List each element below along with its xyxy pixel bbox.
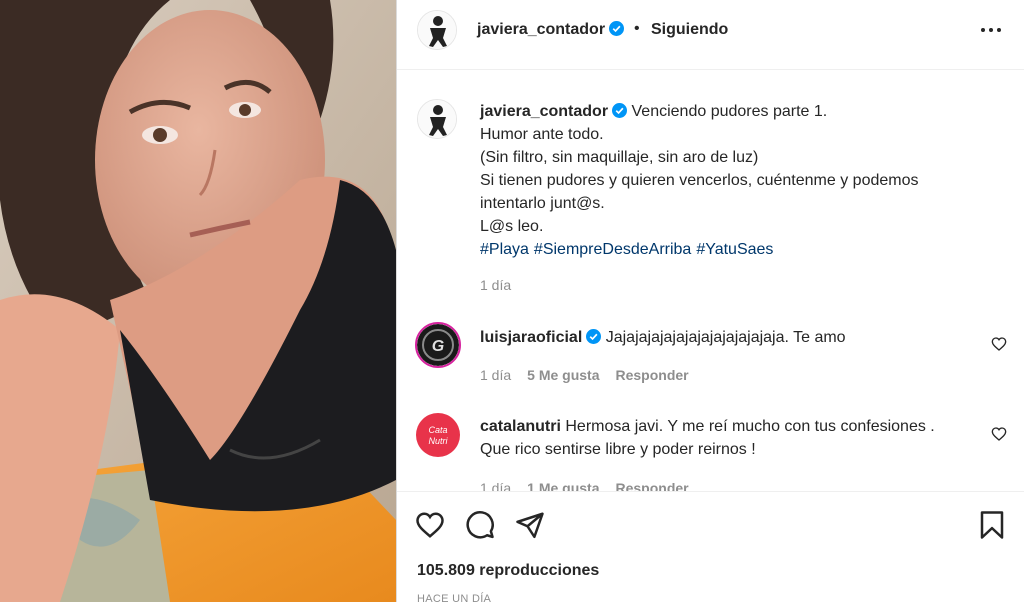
comment-text: Hermosa javi. Y me reí mucho con tus con… bbox=[565, 418, 935, 435]
caption-body: javiera_contador Venciendo pudores parte… bbox=[480, 100, 990, 261]
caption-hashtags: #Playa #SiempreDesdeArriba #YatuSaes bbox=[480, 238, 990, 261]
caption-author-username[interactable]: javiera_contador bbox=[480, 103, 628, 120]
catanutri-logo-icon: Cata Nutri bbox=[416, 413, 460, 457]
caption-line: (Sin filtro, sin maquillaje, sin aro de … bbox=[480, 149, 759, 166]
post-actions: 105.809 reproducciones HACE UN DÍA bbox=[397, 491, 1024, 602]
post-media[interactable] bbox=[0, 0, 396, 602]
hashtag-link[interactable]: #Playa bbox=[480, 241, 529, 258]
comment-body: catalanutri Hermosa javi. Y me reí mucho… bbox=[480, 415, 980, 461]
comment-icon[interactable] bbox=[465, 510, 495, 540]
verified-badge-icon bbox=[609, 21, 625, 36]
commenter-avatar[interactable]: Cata Nutri bbox=[415, 412, 461, 458]
post-time-ago[interactable]: HACE UN DÍA bbox=[417, 593, 491, 602]
verified-badge-icon bbox=[586, 329, 602, 344]
comment-likes[interactable]: 5 Me gusta bbox=[527, 367, 599, 383]
verified-badge-icon bbox=[612, 103, 628, 118]
avatar-figure-icon bbox=[418, 11, 456, 49]
comment-heart-icon[interactable] bbox=[991, 336, 1007, 352]
commenter-username[interactable]: catalanutri bbox=[480, 418, 561, 435]
avatar-logo-text: Cata bbox=[428, 425, 447, 435]
avatar-logo-text: Nutri bbox=[428, 436, 448, 446]
hashtag-link[interactable]: #SiempreDesdeArriba bbox=[534, 241, 691, 258]
post-header: javiera_contador • Siguiendo bbox=[397, 0, 1024, 70]
comments-section[interactable]: javiera_contador Venciendo pudores parte… bbox=[397, 71, 1024, 491]
caption-author-avatar[interactable] bbox=[417, 99, 457, 139]
post-panel: javiera_contador • Siguiendo javiera_con… bbox=[396, 0, 1024, 602]
heart-icon[interactable] bbox=[415, 510, 445, 540]
comment-timestamp[interactable]: 1 día bbox=[480, 367, 511, 383]
lj-logo-icon: G bbox=[417, 324, 459, 366]
caption-line: Venciendo pudores parte 1. bbox=[631, 103, 828, 120]
caption-timestamp[interactable]: 1 día bbox=[480, 277, 511, 293]
caption-line: L@s leo. bbox=[480, 218, 544, 235]
reply-button[interactable]: Responder bbox=[616, 367, 689, 383]
separator-dot: • bbox=[634, 20, 640, 37]
author-username[interactable]: javiera_contador bbox=[477, 21, 625, 39]
comment-body: luisjaraoficial Jajajajajajajajajajajaja… bbox=[480, 326, 980, 349]
share-icon[interactable] bbox=[515, 510, 545, 540]
more-options-icon[interactable] bbox=[979, 20, 1003, 40]
svg-text:G: G bbox=[432, 338, 444, 355]
caption-line: Humor ante todo. bbox=[480, 126, 604, 143]
comment-text: Jajajajajajajajajajajajajaja. Te amo bbox=[605, 329, 846, 346]
bookmark-icon[interactable] bbox=[977, 510, 1007, 540]
comment-text: Que rico sentirse libre y poder reirnos … bbox=[480, 441, 756, 458]
commenter-username[interactable]: luisjaraoficial bbox=[480, 329, 602, 346]
following-button[interactable]: Siguiendo bbox=[651, 21, 728, 39]
hashtag-link[interactable]: #YatuSaes bbox=[696, 241, 773, 258]
commenter-avatar[interactable]: G bbox=[415, 322, 461, 368]
comment-heart-icon[interactable] bbox=[991, 426, 1007, 442]
avatar-figure-icon bbox=[418, 100, 456, 138]
caption-line: intentarlo junt@s. bbox=[480, 195, 605, 212]
comment-meta: 1 día 5 Me gusta Responder bbox=[480, 367, 689, 383]
view-count[interactable]: 105.809 reproducciones bbox=[417, 562, 599, 580]
caption-line: Si tienen pudores y quieren vencerlos, c… bbox=[480, 172, 919, 189]
comment-likes[interactable]: 1 Me gusta bbox=[527, 480, 599, 491]
selfie-image bbox=[0, 0, 396, 602]
comment-timestamp[interactable]: 1 día bbox=[480, 480, 511, 491]
reply-button[interactable]: Responder bbox=[616, 480, 689, 491]
author-avatar[interactable] bbox=[417, 10, 457, 50]
comment-meta: 1 día 1 Me gusta Responder bbox=[480, 480, 689, 491]
